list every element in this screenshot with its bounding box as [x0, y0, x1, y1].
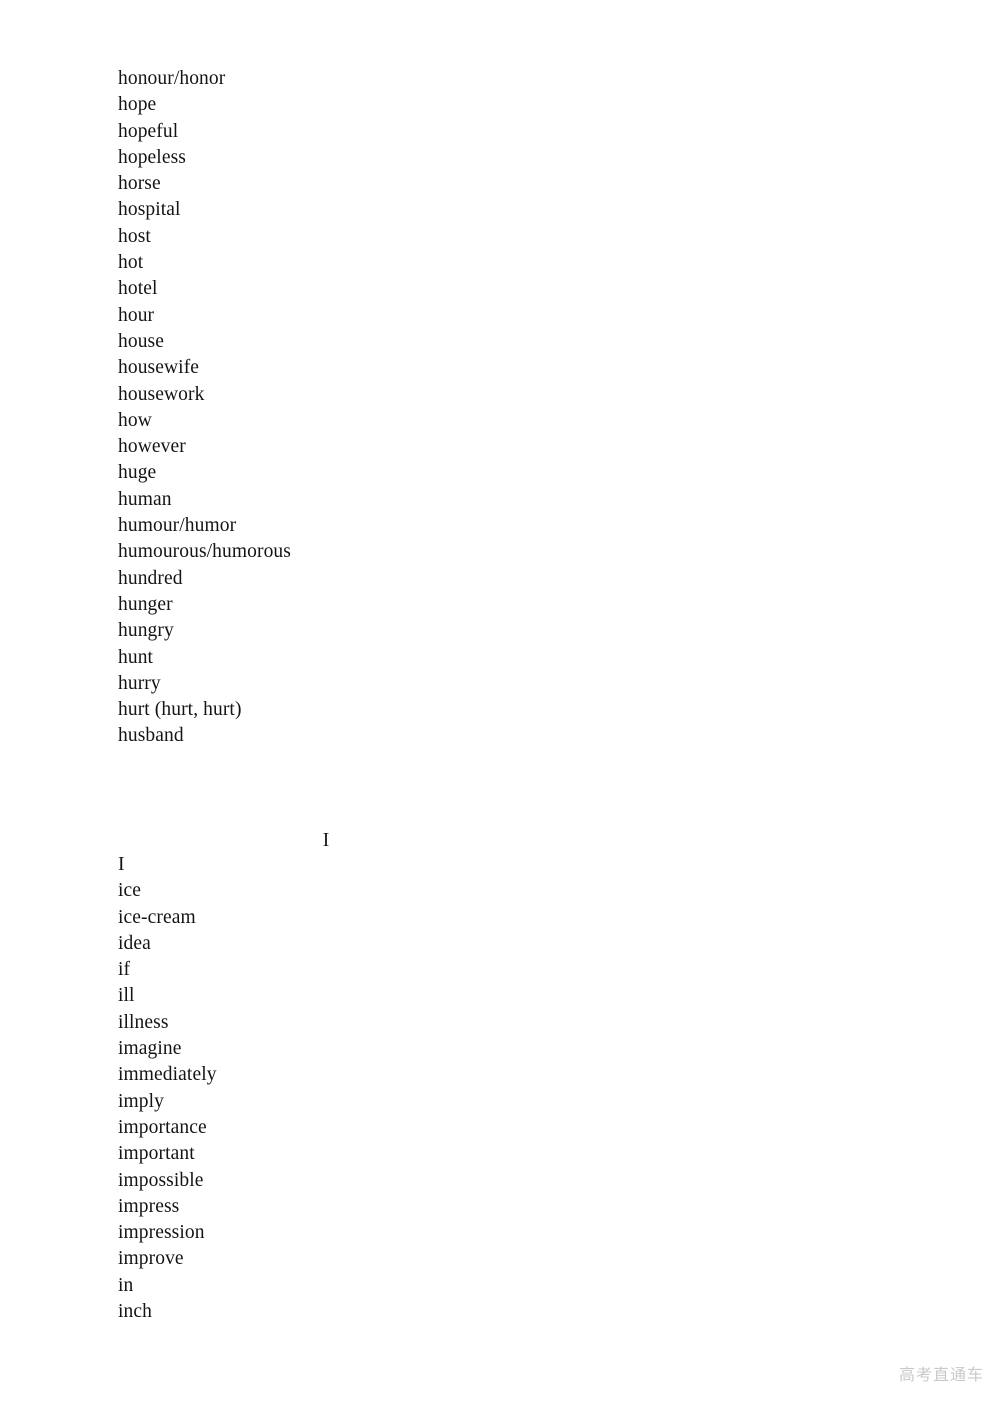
word-entry: however — [118, 436, 186, 458]
word-entry: I — [118, 854, 125, 875]
word-entry: house — [118, 330, 164, 352]
word-entry: hurry — [118, 672, 161, 694]
word-entry: impress — [118, 1195, 180, 1217]
word-entry: important — [118, 1143, 195, 1165]
word-entry: inch — [118, 1301, 152, 1323]
word-entry: imagine — [118, 1038, 182, 1060]
word-list-section-h: honour/honor hope hopeful hopeless horse hosp… — [118, 66, 291, 750]
word-entry: impossible — [118, 1169, 204, 1191]
word-entry: humourous/humorous — [118, 541, 291, 563]
word-entry: hopeful — [118, 120, 179, 142]
word-list-section-i: Iice ice-cream idea if ill illness imagine imme… — [118, 852, 217, 1325]
word-entry: how — [118, 409, 152, 431]
section-heading-i: I — [322, 830, 330, 851]
word-entry: housewife — [118, 357, 200, 379]
word-entry: improve — [118, 1248, 184, 1270]
word-entry: idea — [118, 932, 151, 954]
word-entry: illness — [118, 1011, 169, 1033]
word-entry: hungry — [118, 620, 174, 642]
word-entry: hunt — [118, 646, 154, 668]
word-entry: hopeless — [118, 146, 186, 168]
word-entry: housework — [118, 383, 205, 405]
word-entry: hunger — [118, 593, 173, 615]
word-entry: ice-cream — [118, 906, 196, 928]
word-entry: huge — [118, 462, 157, 484]
word-entry: honour/honor — [118, 68, 226, 89]
word-entry: impression — [118, 1222, 205, 1244]
word-entry: human — [118, 488, 172, 510]
word-entry: hour — [118, 304, 155, 326]
word-entry: horse — [118, 173, 161, 195]
word-entry: in — [118, 1274, 134, 1296]
word-entry: husband — [118, 725, 184, 747]
word-entry: hotel — [118, 278, 158, 300]
word-entry: host — [118, 225, 151, 247]
word-entry: humour/humor — [118, 515, 237, 537]
word-entry: hurt (hurt, hurt) — [118, 699, 242, 721]
word-entry: ill — [118, 985, 135, 1007]
word-entry: ice — [118, 880, 142, 902]
document-page: honour/honor hope hopeful hopeless horse hosp… — [0, 0, 1000, 1414]
word-entry: hospital — [118, 199, 181, 221]
word-entry: hundred — [118, 567, 183, 589]
word-entry: immediately — [118, 1064, 217, 1086]
word-entry: importance — [118, 1116, 207, 1138]
word-entry: hot — [118, 252, 144, 274]
word-entry: imply — [118, 1090, 165, 1112]
watermark: 高考直通车 — [898, 1365, 984, 1384]
word-entry: if — [118, 959, 131, 981]
word-entry: hope — [118, 94, 157, 116]
